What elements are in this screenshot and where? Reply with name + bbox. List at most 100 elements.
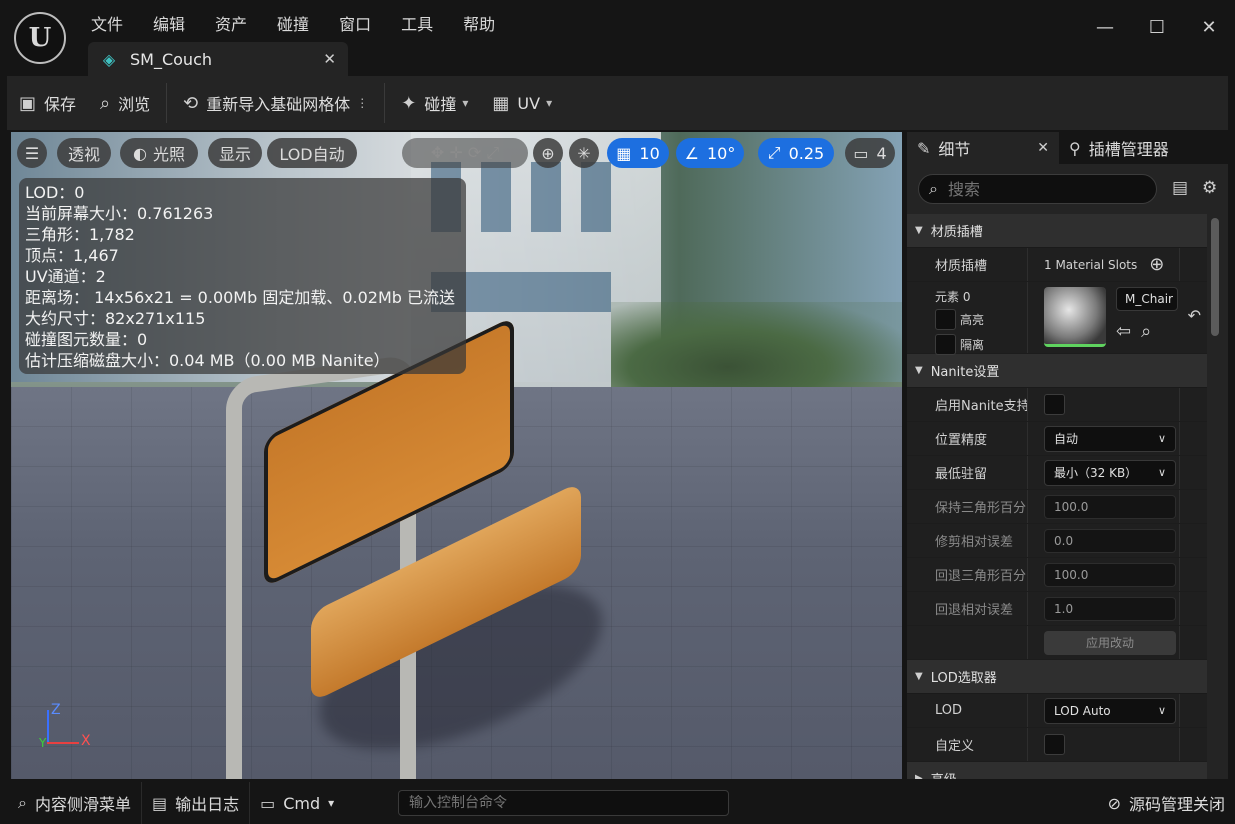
row-material-slots: 材质插槽 1 Material Slots ⊕ [907,248,1207,282]
lod-button[interactable]: LOD自动 [267,138,357,168]
status-bar: ⌕ 内容侧滑菜单 ▤ 输出日志 ▭ Cmd ▾ ⊘ 源码管理关闭 [0,782,1235,824]
menu-file[interactable]: 文件 [76,8,138,38]
scale-snap-icon: ⤢ [767,143,781,162]
details-search[interactable]: ⌕ [918,174,1157,204]
scale-snap-button[interactable]: ⤢ 0.25 [758,138,834,168]
grid-snap-button[interactable]: ▦ 10 [607,138,669,168]
viewport[interactable]: ☰ 透视 ◐ 光照 显示 LOD自动 ✥ ✛ ⟳ ⤢ ⊕ ✳ ▦ 10 ∠ 10… [11,132,902,779]
save-label: 保存 [44,95,77,114]
isolate-checkbox[interactable] [935,334,956,355]
fallback-error-field[interactable]: 1.0 [1044,596,1176,621]
perspective-button[interactable]: 透视 [57,138,111,168]
fallback-triangle-field[interactable]: 100.0 [1044,562,1176,587]
surface-snap-icon[interactable]: ✳ [569,138,599,168]
trim-error-field[interactable]: 0.0 [1044,528,1176,553]
browse-button[interactable]: ⌕ 浏览 [88,83,162,123]
search-input[interactable] [947,179,1128,199]
show-button[interactable]: 显示 [208,138,262,168]
reimport-button[interactable]: ⟲ 重新导入基础网格体 ⋮ [171,83,380,123]
minimize-icon[interactable]: — [1079,8,1131,46]
reset-to-default-icon[interactable]: ↶ [1188,306,1201,325]
couch-mesh[interactable] [216,316,596,779]
row-material-element: 元素 0 高亮 隔离 M_Chair ⇦ ⌕ ↶ [907,282,1207,355]
title-bar: U 文件 编辑 资产 碰撞 窗口 工具 帮助 — ☐ ✕ ◈ SM_Couch … [0,0,1235,76]
category-nanite[interactable]: ▼ Nanite设置 [907,354,1207,388]
reimport-icon: ⟲ [183,92,199,114]
stats-overlay: LOD：0 当前屏幕大小：0.761263 三角形：1,782 顶点：1,467… [19,178,466,374]
collapse-icon: ▼ [915,671,923,682]
menu-help[interactable]: 帮助 [448,8,510,38]
table-view-icon[interactable]: ▤ [1172,178,1188,198]
row-label: 修剪相对误差 [935,535,1014,550]
enable-nanite-checkbox[interactable] [1044,394,1065,415]
details-body: ▼ 材质插槽 材质插槽 1 Material Slots ⊕ 元素 0 高亮 隔… [907,214,1207,779]
browse-asset-icon[interactable]: ⌕ [1141,321,1151,342]
unreal-logo[interactable]: U [14,12,66,64]
settings-gear-icon[interactable]: ⚙ [1202,178,1217,198]
world-local-icon[interactable]: ⊕ [533,138,563,168]
material-name-dropdown[interactable]: M_Chair [1116,287,1178,311]
close-icon[interactable]: ✕ [1183,8,1235,46]
category-advanced[interactable]: ▶ 高级 [907,762,1207,779]
apply-changes-button[interactable]: 应用改动 [1044,630,1176,655]
cmd-label: Cmd [283,793,321,813]
add-slot-icon[interactable]: ⊕ [1149,254,1164,275]
camera-speed-button[interactable]: ▭ 4 [845,138,895,168]
output-log-button[interactable]: ▤ 输出日志 [142,782,249,824]
lighting-icon: ◐ [133,143,147,163]
use-selected-icon[interactable]: ⇦ [1116,321,1131,342]
menu-tools[interactable]: 工具 [386,8,448,38]
stat-uv-channels: UV通道：2 [25,267,106,286]
row-custom: 自定义 [907,728,1207,762]
lod-dropdown[interactable]: LOD Auto ∨ [1044,697,1176,724]
element-label: 元素 0 [935,290,971,304]
uv-button[interactable]: ▦ UV ▾ [480,83,564,123]
material-thumbnail[interactable] [1044,287,1106,347]
position-precision-dropdown[interactable]: 自动 ∨ [1044,425,1176,452]
output-log-label: 输出日志 [175,795,240,814]
highlight-checkbox[interactable] [935,309,956,330]
lighting-button[interactable]: ◐ 光照 [120,138,198,168]
details-panel: ✎ 细节 ✕ ⚲ 插槽管理器 ⌕ ▤ ⚙ ▼ 材质插槽 材质插槽 1 Mater… [907,132,1228,779]
details-scrollbar[interactable] [1211,218,1219,336]
menu-collision[interactable]: 碰撞 [262,8,324,38]
keep-triangle-field[interactable]: 100.0 [1044,494,1176,519]
cmd-button[interactable]: ▭ Cmd ▾ [250,782,344,824]
highlight-label: 高亮 [960,313,985,327]
row-enable-nanite: 启用Nanite支持 [907,388,1207,422]
menu-asset[interactable]: 资产 [200,8,262,38]
row-fallback-relative-error: 回退相对误差 1.0 [907,592,1207,626]
custom-checkbox[interactable] [1044,734,1065,755]
tab-close-icon[interactable]: ✕ [1037,140,1049,156]
tab-details[interactable]: ✎ 细节 ✕ [907,132,1059,164]
stat-disk-size: 估计压缩磁盘大小：0.04 MB（0.00 MB Nanite） [25,351,390,370]
chevron-down-icon: ▾ [462,96,469,110]
collision-button[interactable]: ✦ 碰撞 ▾ [389,83,480,123]
tab-socket-manager[interactable]: ⚲ 插槽管理器 [1059,132,1179,164]
document-tab[interactable]: ◈ SM_Couch ✕ [88,42,348,76]
maximize-icon[interactable]: ☐ [1131,8,1183,46]
tab-sockets-label: 插槽管理器 [1088,140,1169,159]
min-resident-dropdown[interactable]: 最小（32 KB） ∨ [1044,459,1176,486]
rotate-snap-button[interactable]: ∠ 10° [676,138,744,168]
expand-icon: ▶ [915,773,923,779]
category-material-slots[interactable]: ▼ 材质插槽 [907,214,1207,248]
transform-tools[interactable]: ✥ ✛ ⟳ ⤢ [402,138,528,168]
content-drawer-button[interactable]: ⌕ 内容侧滑菜单 [8,782,141,824]
console-input[interactable] [409,795,709,811]
material-slots-count: 1 Material Slots [1044,257,1138,272]
source-control-button[interactable]: ⊘ 源码管理关闭 [1108,782,1225,824]
chevron-down-icon: ∨ [1157,704,1166,717]
tab-close-icon[interactable]: ✕ [323,50,336,68]
menu-edit[interactable]: 编辑 [138,8,200,38]
chevron-down-icon: ▾ [546,96,553,110]
axis-y-label: Y [39,736,47,750]
tab-details-label: 细节 [938,140,971,159]
hamburger-menu-icon[interactable]: ☰ [17,138,47,168]
menu-window[interactable]: 窗口 [324,8,386,38]
category-lod-picker[interactable]: ▼ LOD选取器 [907,660,1207,694]
highlight-option: 高亮 [935,309,1027,330]
more-options-icon[interactable]: ⋮ [356,96,368,110]
save-button[interactable]: ▣ 保存 [7,83,88,123]
stat-collision-primitives: 碰撞图元数量：0 [25,330,148,349]
